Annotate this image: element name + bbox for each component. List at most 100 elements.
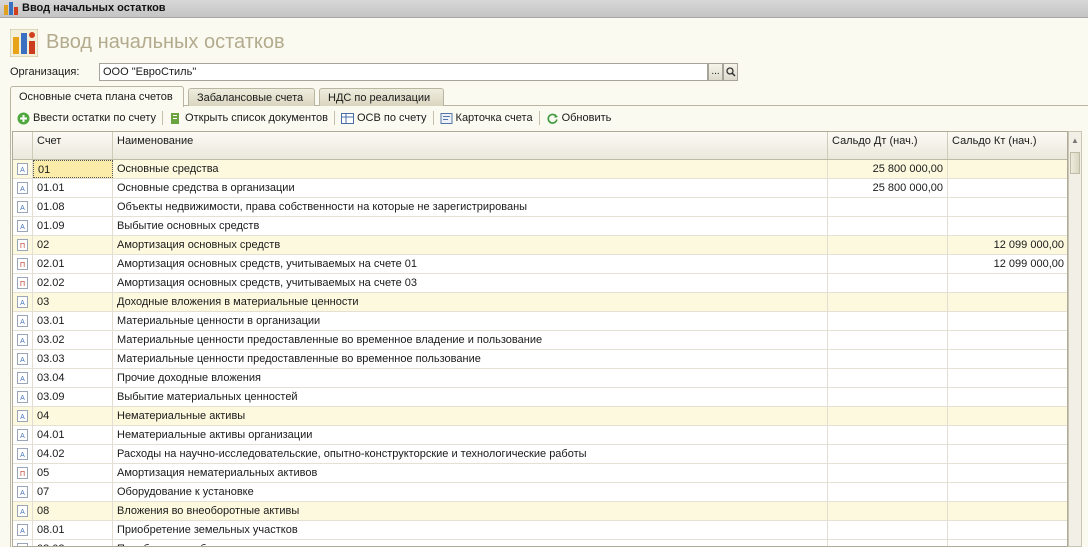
vertical-scrollbar[interactable]: ▲: [1068, 131, 1082, 547]
table-row[interactable]: А 03.09 Выбытие материальных ценностей: [13, 388, 1067, 407]
cell-name[interactable]: Вложения во внеоборотные активы: [113, 502, 828, 520]
cell-credit[interactable]: [948, 388, 1067, 406]
cell-name[interactable]: Прочие доходные вложения: [113, 369, 828, 387]
table-row[interactable]: А 03.04 Прочие доходные вложения: [13, 369, 1067, 388]
cell-name[interactable]: Приобретение объектов природопользования: [113, 540, 828, 546]
scroll-up-arrow-icon[interactable]: ▲: [1069, 132, 1081, 150]
cell-account[interactable]: 08: [33, 502, 113, 520]
table-row[interactable]: П 02 Амортизация основных средств 12 099 00…: [13, 236, 1067, 255]
cell-account[interactable]: 02.01: [33, 255, 113, 273]
cell-account[interactable]: 05: [33, 464, 113, 482]
organization-search-button[interactable]: [723, 63, 738, 81]
cell-debit[interactable]: 25 800 000,00: [828, 160, 948, 178]
cell-debit[interactable]: [828, 483, 948, 501]
cell-debit[interactable]: [828, 198, 948, 216]
cell-credit[interactable]: [948, 502, 1067, 520]
cell-account[interactable]: 03.04: [33, 369, 113, 387]
header-account[interactable]: Счет: [33, 132, 113, 159]
table-row[interactable]: А 01.01 Основные средства в организации 25 …: [13, 179, 1067, 198]
cell-debit[interactable]: [828, 502, 948, 520]
open-documents-button[interactable]: Открыть список документов: [166, 109, 331, 127]
account-card-button[interactable]: Карточка счета: [437, 109, 536, 127]
tab-main-accounts[interactable]: Основные счета плана счетов: [10, 86, 184, 107]
table-row[interactable]: А 08.02Приобретение объектов природопольз…: [13, 540, 1067, 546]
cell-name[interactable]: Материальные ценности предоставленные во…: [113, 350, 828, 368]
cell-debit[interactable]: [828, 426, 948, 444]
cell-name[interactable]: Нематериальные активы: [113, 407, 828, 425]
cell-account[interactable]: 01: [33, 160, 113, 178]
cell-credit[interactable]: 12 099 000,00: [948, 236, 1067, 254]
header-credit[interactable]: Сальдо Кт (нач.): [948, 132, 1067, 159]
accounts-table[interactable]: Счет Наименование Сальдо Дт (нач.) Сальд…: [12, 131, 1068, 547]
cell-account[interactable]: 04.01: [33, 426, 113, 444]
table-row[interactable]: А 01.09 Выбытие основных средств: [13, 217, 1067, 236]
cell-name[interactable]: Амортизация нематериальных активов: [113, 464, 828, 482]
table-row[interactable]: А 03.03 Материальные ценности предоставлен…: [13, 350, 1067, 369]
cell-debit[interactable]: [828, 217, 948, 235]
cell-debit[interactable]: [828, 350, 948, 368]
cell-credit[interactable]: [948, 426, 1067, 444]
cell-account[interactable]: 03.09: [33, 388, 113, 406]
table-row[interactable]: А 07 Оборудование к установке: [13, 483, 1067, 502]
cell-name[interactable]: Амортизация основных средств: [113, 236, 828, 254]
cell-credit[interactable]: [948, 464, 1067, 482]
cell-credit[interactable]: [948, 483, 1067, 501]
cell-credit[interactable]: [948, 407, 1067, 425]
table-row[interactable]: А 08.01 Приобретение земельных участков: [13, 521, 1067, 540]
cell-credit[interactable]: [948, 198, 1067, 216]
cell-debit[interactable]: [828, 464, 948, 482]
table-row[interactable]: А 04.01 Нематериальные активы организации: [13, 426, 1067, 445]
table-row[interactable]: А 01 Основные средства 25 800 000,00: [13, 160, 1067, 179]
cell-debit[interactable]: [828, 255, 948, 273]
cell-debit[interactable]: [828, 236, 948, 254]
table-row[interactable]: А 03.02 Материальные ценности предоставлен…: [13, 331, 1067, 350]
cell-credit[interactable]: 12 099 000,00: [948, 255, 1067, 273]
cell-name[interactable]: Материальные ценности предоставленные во…: [113, 331, 828, 349]
organization-select-button[interactable]: ...: [708, 63, 723, 81]
header-name[interactable]: Наименование: [113, 132, 828, 159]
table-row[interactable]: П 02.01 Амортизация основных средств, учит…: [13, 255, 1067, 274]
table-row[interactable]: А 08 Вложения во внеоборотные активы: [13, 502, 1067, 521]
cell-debit[interactable]: [828, 312, 948, 330]
cell-credit[interactable]: [948, 293, 1067, 311]
cell-credit[interactable]: [948, 445, 1067, 463]
cell-debit[interactable]: [828, 331, 948, 349]
cell-name[interactable]: Амортизация основных средств, учитываемы…: [113, 274, 828, 292]
cell-account[interactable]: 01.01: [33, 179, 113, 197]
cell-credit[interactable]: [948, 179, 1067, 197]
cell-debit[interactable]: [828, 274, 948, 292]
cell-account[interactable]: 04.02: [33, 445, 113, 463]
cell-account[interactable]: 03.01: [33, 312, 113, 330]
cell-credit[interactable]: [948, 331, 1067, 349]
cell-credit[interactable]: [948, 160, 1067, 178]
cell-name[interactable]: Объекты недвижимости, права собственност…: [113, 198, 828, 216]
cell-credit[interactable]: [948, 521, 1067, 539]
cell-debit[interactable]: [828, 540, 948, 546]
cell-name[interactable]: Основные средства в организации: [113, 179, 828, 197]
cell-account[interactable]: 01.08: [33, 198, 113, 216]
cell-account[interactable]: 07: [33, 483, 113, 501]
refresh-button[interactable]: Обновить: [543, 109, 615, 127]
cell-credit[interactable]: [948, 312, 1067, 330]
table-row[interactable]: А 04 Нематериальные активы: [13, 407, 1067, 426]
cell-name[interactable]: Выбытие материальных ценностей: [113, 388, 828, 406]
cell-name[interactable]: Приобретение земельных участков: [113, 521, 828, 539]
cell-name[interactable]: Расходы на научно-исследовательские, опы…: [113, 445, 828, 463]
cell-name[interactable]: Нематериальные активы организации: [113, 426, 828, 444]
cell-account[interactable]: 08.01: [33, 521, 113, 539]
cell-name[interactable]: Оборудование к установке: [113, 483, 828, 501]
cell-account[interactable]: 03.02: [33, 331, 113, 349]
table-row[interactable]: А 03.01 Материальные ценности в организаци…: [13, 312, 1067, 331]
cell-credit[interactable]: [948, 350, 1067, 368]
cell-debit[interactable]: [828, 407, 948, 425]
cell-account[interactable]: 04: [33, 407, 113, 425]
tab-vat-sales[interactable]: НДС по реализации: [319, 88, 444, 106]
cell-name[interactable]: Основные средства: [113, 160, 828, 178]
table-row[interactable]: А 04.02 Расходы на научно-исследовательски…: [13, 445, 1067, 464]
cell-account[interactable]: 08.02: [33, 540, 113, 546]
cell-account[interactable]: 02: [33, 236, 113, 254]
cell-debit[interactable]: [828, 369, 948, 387]
cell-name[interactable]: Материальные ценности в организации: [113, 312, 828, 330]
tab-off-balance-accounts[interactable]: Забалансовые счета: [188, 88, 315, 106]
cell-debit[interactable]: [828, 388, 948, 406]
